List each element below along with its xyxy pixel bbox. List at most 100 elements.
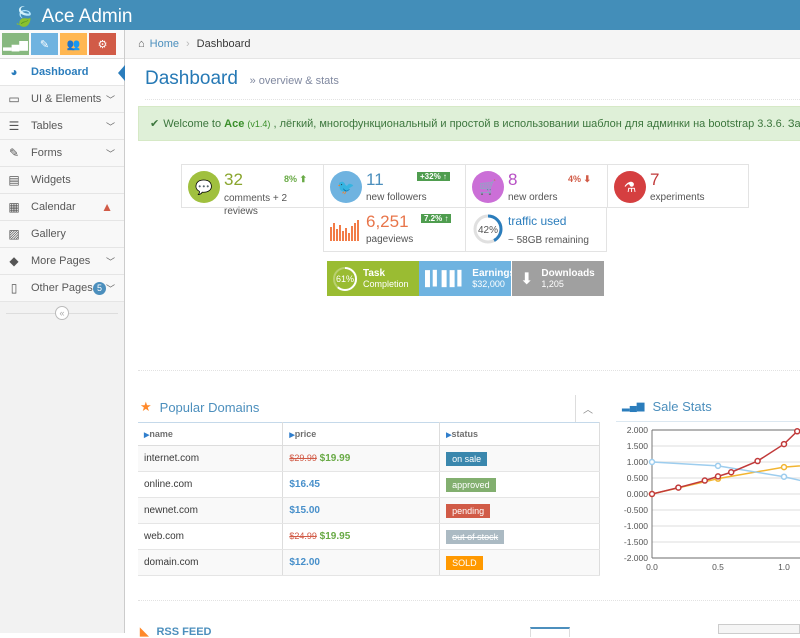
calendar-icon: ▦ <box>8 200 20 214</box>
edit-icon: ✎ <box>8 146 20 160</box>
infobox-orders: 🛒 8 new orders 4% ⬇ <box>465 164 607 208</box>
column-header-name[interactable]: ▶name <box>138 422 284 446</box>
sidebar-item-label: Widgets <box>31 174 71 186</box>
sidebar-item-more-pages[interactable]: ◆ More Pages ﹀ <box>0 248 124 275</box>
x-tick-label: 0.5 <box>712 562 724 572</box>
shortcut-users-button[interactable]: 👥 <box>60 33 87 55</box>
chevron-down-icon: ﹀ <box>105 148 115 159</box>
sidebar-item-tables[interactable]: ☰ Tables ﹀ <box>0 113 124 140</box>
arrow-up-icon: ⬆ <box>299 174 308 184</box>
nav-list: ◕ Dashboard ▭ UI & Elements ﹀ ☰ Tables ﹀ ✎ Forms ﹀… <box>0 59 125 302</box>
sidebar-item-gallery[interactable]: ▨ Gallery <box>0 221 124 248</box>
domain-name: newnet.com <box>138 497 284 524</box>
data-point-tan <box>675 484 682 491</box>
infobox-experiments: ⚗ 7 experiments <box>607 164 749 208</box>
earnings-title: Earnings <box>472 268 516 279</box>
navbar: 🍃 Ace Admin <box>0 0 800 30</box>
status-cell: approved <box>439 471 600 498</box>
welcome-alert: ✔ Welcome to Ace (v1.4) , лёгкий, многоф… <box>138 106 800 141</box>
data-point-cos <box>780 473 788 480</box>
chevron-up-icon: ︿ <box>583 405 593 416</box>
sidebar-collapse[interactable]: « <box>0 302 124 324</box>
sidebar-item-calendar[interactable]: ▦ Calendar ▲ <box>0 194 124 221</box>
data-point-sin <box>780 463 788 471</box>
alert-brand: Ace <box>224 117 245 130</box>
traffic-title: traffic used <box>508 214 567 228</box>
sidebar-item-dashboard[interactable]: ◕ Dashboard <box>0 59 125 86</box>
status-cell: out of stock <box>439 523 600 550</box>
followers-label: new followers <box>366 192 427 203</box>
table-row: domain.com $12.00 SOLD <box>138 549 600 576</box>
alert-text: , лёгкий, многофункциональный и простой … <box>273 117 800 130</box>
sidebar-item-label: Tables <box>31 120 63 132</box>
sidebar-item-other-pages[interactable]: ▯ Other Pages ﹀ 5 <box>0 275 124 302</box>
breadcrumb: ⌂ Home › Dashboard <box>125 30 800 59</box>
sidebar-item-label: Calendar <box>31 201 76 213</box>
tile-task-completion[interactable]: 61% Task Completion <box>327 261 419 296</box>
list-icon: ☰ <box>8 119 20 133</box>
y-tick-label: 1.500 <box>627 441 649 451</box>
signal-icon: ▂▄▆ <box>3 38 28 51</box>
status-badge: on sale <box>446 451 488 466</box>
sidebar-item-widgets[interactable]: ▤ Widgets <box>0 167 124 194</box>
sidebar-item-label: Gallery <box>31 228 66 240</box>
status-cell: on sale <box>439 445 600 472</box>
signal-icon: ▂▄▆ <box>622 401 645 412</box>
price: $16.45 <box>289 479 320 490</box>
collapse-widget-button[interactable]: ︿ <box>575 395 600 422</box>
data-point-tan <box>714 473 722 480</box>
shortcut-signal-button[interactable]: ▂▄▆ <box>2 33 29 55</box>
double-left-icon[interactable]: « <box>55 306 69 320</box>
y-tick-label: 1.000 <box>627 457 649 467</box>
sidebar-item-forms[interactable]: ✎ Forms ﹀ <box>0 140 124 167</box>
followers-value: 11 <box>366 170 384 189</box>
picture-icon: ▨ <box>8 227 20 241</box>
infobox-comments: 💬 32 comments + 2 reviews 8% ⬆ <box>181 164 323 217</box>
tile-earnings[interactable]: ▌▍▌▌▍ Earnings $32,000 <box>419 261 515 296</box>
domains-table: ▶name ▶price ▶status internet.com $29.99 $1… <box>138 422 600 576</box>
bar-chart-icon: ▌▍▌▌▍ <box>425 270 468 286</box>
breadcrumb-home[interactable]: Home <box>150 38 179 50</box>
infobox-followers: 🐦 11 new followers +32% ↑ <box>323 164 465 208</box>
shortcut-pencil-button[interactable]: ✎ <box>31 33 58 55</box>
followers-stat: +32% ↑ <box>417 172 450 181</box>
pageviews-value: 6,251 <box>366 212 409 231</box>
price-cell: $29.99 $19.99 <box>282 445 441 472</box>
column-header-status[interactable]: ▶status <box>439 422 600 446</box>
price: $19.99 <box>319 453 351 464</box>
sidebar-item-label: More Pages <box>31 255 91 267</box>
old-price: $24.99 <box>289 531 317 541</box>
page-title: Dashboard <box>145 68 238 89</box>
warning-icon: ▲ <box>101 200 113 214</box>
column-header-price[interactable]: ▶price <box>282 422 441 446</box>
y-tick-label: -1.000 <box>624 521 648 531</box>
table-row: online.com $16.45 approved <box>138 471 600 498</box>
task-label: Completion <box>363 279 409 289</box>
pencil-icon: ✎ <box>39 38 50 51</box>
y-tick-label: 2.000 <box>627 425 649 435</box>
rss-tab[interactable] <box>530 627 570 637</box>
sidebar-item-ui-elements[interactable]: ▭ UI & Elements ﹀ <box>0 86 124 113</box>
comments-stat: 8% ⬆ <box>284 174 308 184</box>
x-tick-label: 1.0 <box>778 562 790 572</box>
downloads-title: Downloads <box>541 268 595 279</box>
tile-downloads[interactable]: ⬇ Downloads 1,205 <box>512 261 604 296</box>
y-tick-label: -0.500 <box>624 505 648 515</box>
brand-logo[interactable]: 🍃 Ace Admin <box>12 5 133 29</box>
active-indicator <box>118 65 125 81</box>
traffic-percent: 42% <box>478 225 498 236</box>
shortcut-cogs-button[interactable]: ⚙ <box>89 33 116 55</box>
pageviews-stat: 7.2% ↑ <box>421 214 452 223</box>
table-row: web.com $24.99 $19.95 out of stock <box>138 523 600 550</box>
sidebar-item-label: Dashboard <box>31 66 89 78</box>
y-tick-label: -2.000 <box>624 553 648 563</box>
status-badge: out of stock <box>446 529 505 544</box>
price-cell: $15.00 <box>282 497 441 524</box>
section-divider <box>138 370 800 371</box>
domain-name: domain.com <box>138 549 284 576</box>
status-badge: SOLD <box>446 555 483 570</box>
price-cell: $12.00 <box>282 549 441 576</box>
flask-icon: ⚗ <box>614 171 646 203</box>
sale-stats-chart: 2.000 1.500 1.000 0.500 0.000 -0.500 -1.000 -1.… <box>624 425 800 572</box>
domain-name: online.com <box>138 471 284 498</box>
